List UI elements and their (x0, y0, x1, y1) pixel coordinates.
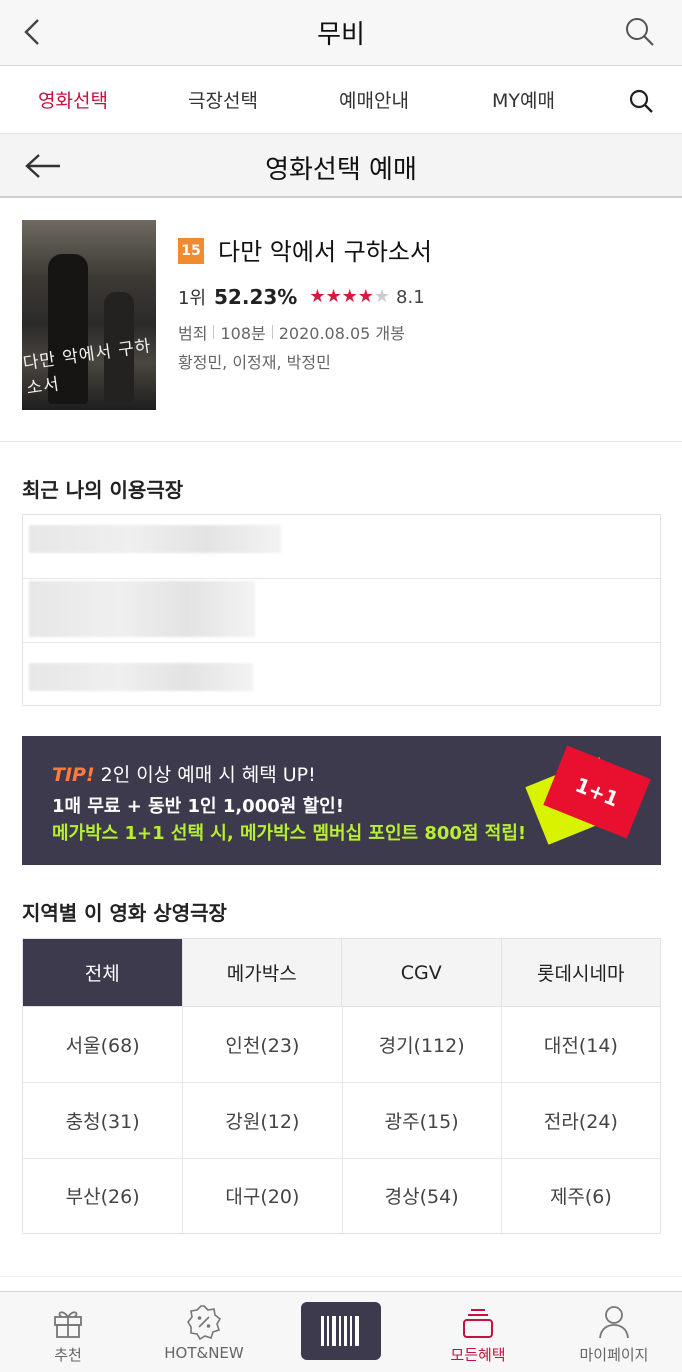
movie-title: 다만 악에서 구하소서 (218, 238, 432, 266)
region-cell[interactable]: 광주(15) (341, 1082, 501, 1158)
cinema-brand-tabs: 전체 메가박스 CGV 롯데시네마 (22, 938, 661, 1007)
tab-my-booking[interactable]: MY예매 (492, 86, 555, 113)
star-icon: ★ (325, 286, 342, 307)
tab-megabox[interactable]: 메가박스 (181, 939, 341, 1006)
blurred-content (29, 663, 253, 691)
nav-hot-new[interactable]: HOT&NEW (136, 1292, 272, 1372)
regions-title: 지역별 이 영화 상영극장 (22, 901, 227, 925)
divider (213, 325, 215, 339)
star-icon: ★ (309, 286, 326, 307)
region-cell[interactable]: 제주(6) (500, 1157, 660, 1233)
main-tabs: 영화선택 극장선택 예매안내 MY예매 (0, 66, 682, 134)
stack-icon (463, 1309, 493, 1338)
gift-icon (54, 1311, 82, 1338)
banner-line-3: 메가박스 1+1 선택 시, 메가박스 멤버십 포인트 800점 적립! (52, 823, 527, 844)
nav-label: 추천 (54, 1346, 82, 1364)
region-cell[interactable]: 대구(20) (182, 1157, 342, 1233)
region-cell[interactable]: 경상(54) (341, 1157, 501, 1233)
nav-recommend[interactable]: 추천 (0, 1292, 136, 1372)
region-cell[interactable]: 부산(26) (23, 1157, 183, 1233)
blurred-content (29, 581, 255, 637)
nav-label: HOT&NEW (164, 1344, 244, 1362)
tab-all[interactable]: 전체 (23, 939, 182, 1006)
age-rating-badge: 15 (178, 238, 204, 264)
nav-label: 모든혜택 (450, 1346, 506, 1364)
movie-cast: 황정민, 이정재, 박정민 (178, 353, 331, 372)
banner-line-1: TIP! 2인 이상 예매 시 혜택 UP! (52, 760, 316, 787)
banner-line-2: 1매 무료 + 동반 1인 1,000원 할인! (52, 796, 344, 817)
region-cell[interactable]: 경기(112) (341, 1007, 501, 1083)
movie-release: 2020.08.05 개봉 (278, 324, 405, 343)
tab-theater-select[interactable]: 극장선택 (188, 86, 258, 113)
region-cell[interactable]: 충청(31) (23, 1082, 183, 1157)
divider (271, 325, 273, 339)
recent-theater-item[interactable] (23, 643, 660, 707)
nav-label: 마이페이지 (579, 1346, 649, 1364)
tab-booking-guide[interactable]: 예매안내 (339, 86, 409, 113)
banner-tip: TIP! (52, 764, 95, 786)
app-header: 무비 (0, 0, 682, 66)
movie-runtime: 108분 (220, 324, 266, 343)
search-icon[interactable] (628, 88, 654, 114)
tab-movie-select[interactable]: 영화선택 (38, 86, 108, 113)
booking-rate: 52.23% (214, 285, 298, 309)
blurred-content (29, 525, 281, 553)
region-cell[interactable]: 서울(68) (23, 1007, 182, 1082)
region-cell[interactable]: 전라(24) (500, 1082, 660, 1158)
tab-cgv[interactable]: CGV (341, 939, 501, 1006)
recent-theater-item[interactable] (23, 515, 660, 579)
sub-header-title: 영화선택 예매 (265, 155, 417, 185)
movie-info: 다만 악에서 구하소서 15 다만 악에서 구하소서 1위 52.23% ★ ★… (0, 198, 682, 442)
movie-poster[interactable]: 다만 악에서 구하소서 (22, 220, 156, 410)
nav-all-benefits[interactable]: 모든혜택 (410, 1292, 546, 1372)
region-grid: 서울(68) 인천(23) 경기(112) 대전(14) 충청(31) 강원(1… (22, 1007, 661, 1234)
barcode-icon (321, 1316, 359, 1346)
nav-my-page[interactable]: 마이페이지 (546, 1292, 682, 1372)
search-icon[interactable] (624, 16, 656, 48)
star-icon: ★ (373, 286, 391, 307)
banner-headline: 2인 이상 예매 시 혜택 UP! (100, 764, 316, 786)
movie-rank: 1위 (178, 288, 207, 309)
movie-stats: 1위 52.23% ★ ★ ★ ★ ★ 8.1 (178, 284, 425, 310)
promo-banner[interactable]: TIP! 2인 이상 예매 시 혜택 UP! 1매 무료 + 동반 1인 1,00… (22, 736, 661, 865)
star-icon: ★ (341, 286, 358, 307)
star-rating: ★ ★ ★ ★ ★ (309, 288, 390, 306)
recent-theaters-list (22, 514, 661, 706)
region-cell[interactable]: 인천(23) (182, 1007, 341, 1083)
region-cell[interactable]: 대전(14) (500, 1007, 660, 1083)
movie-meta: 범죄 108분 2020.08.05 개봉 (178, 320, 405, 344)
poster-title: 다만 악에서 구하소서 (22, 336, 153, 399)
percent-badge-icon (187, 1305, 222, 1340)
person-icon (599, 1306, 629, 1339)
region-cell[interactable]: 강원(12) (182, 1082, 342, 1158)
app-title: 무비 (317, 20, 365, 50)
movie-score: 8.1 (396, 286, 425, 308)
divider (0, 1276, 682, 1277)
star-icon: ★ (357, 286, 374, 307)
recent-theaters-title: 최근 나의 이용극장 (22, 478, 184, 502)
tab-lotte-cinema[interactable]: 롯데시네마 (500, 939, 660, 1006)
sub-header: 영화선택 예매 (0, 134, 682, 198)
barcode-button[interactable] (301, 1302, 381, 1360)
movie-genre: 범죄 (178, 324, 208, 343)
recent-theater-item[interactable] (23, 579, 660, 643)
